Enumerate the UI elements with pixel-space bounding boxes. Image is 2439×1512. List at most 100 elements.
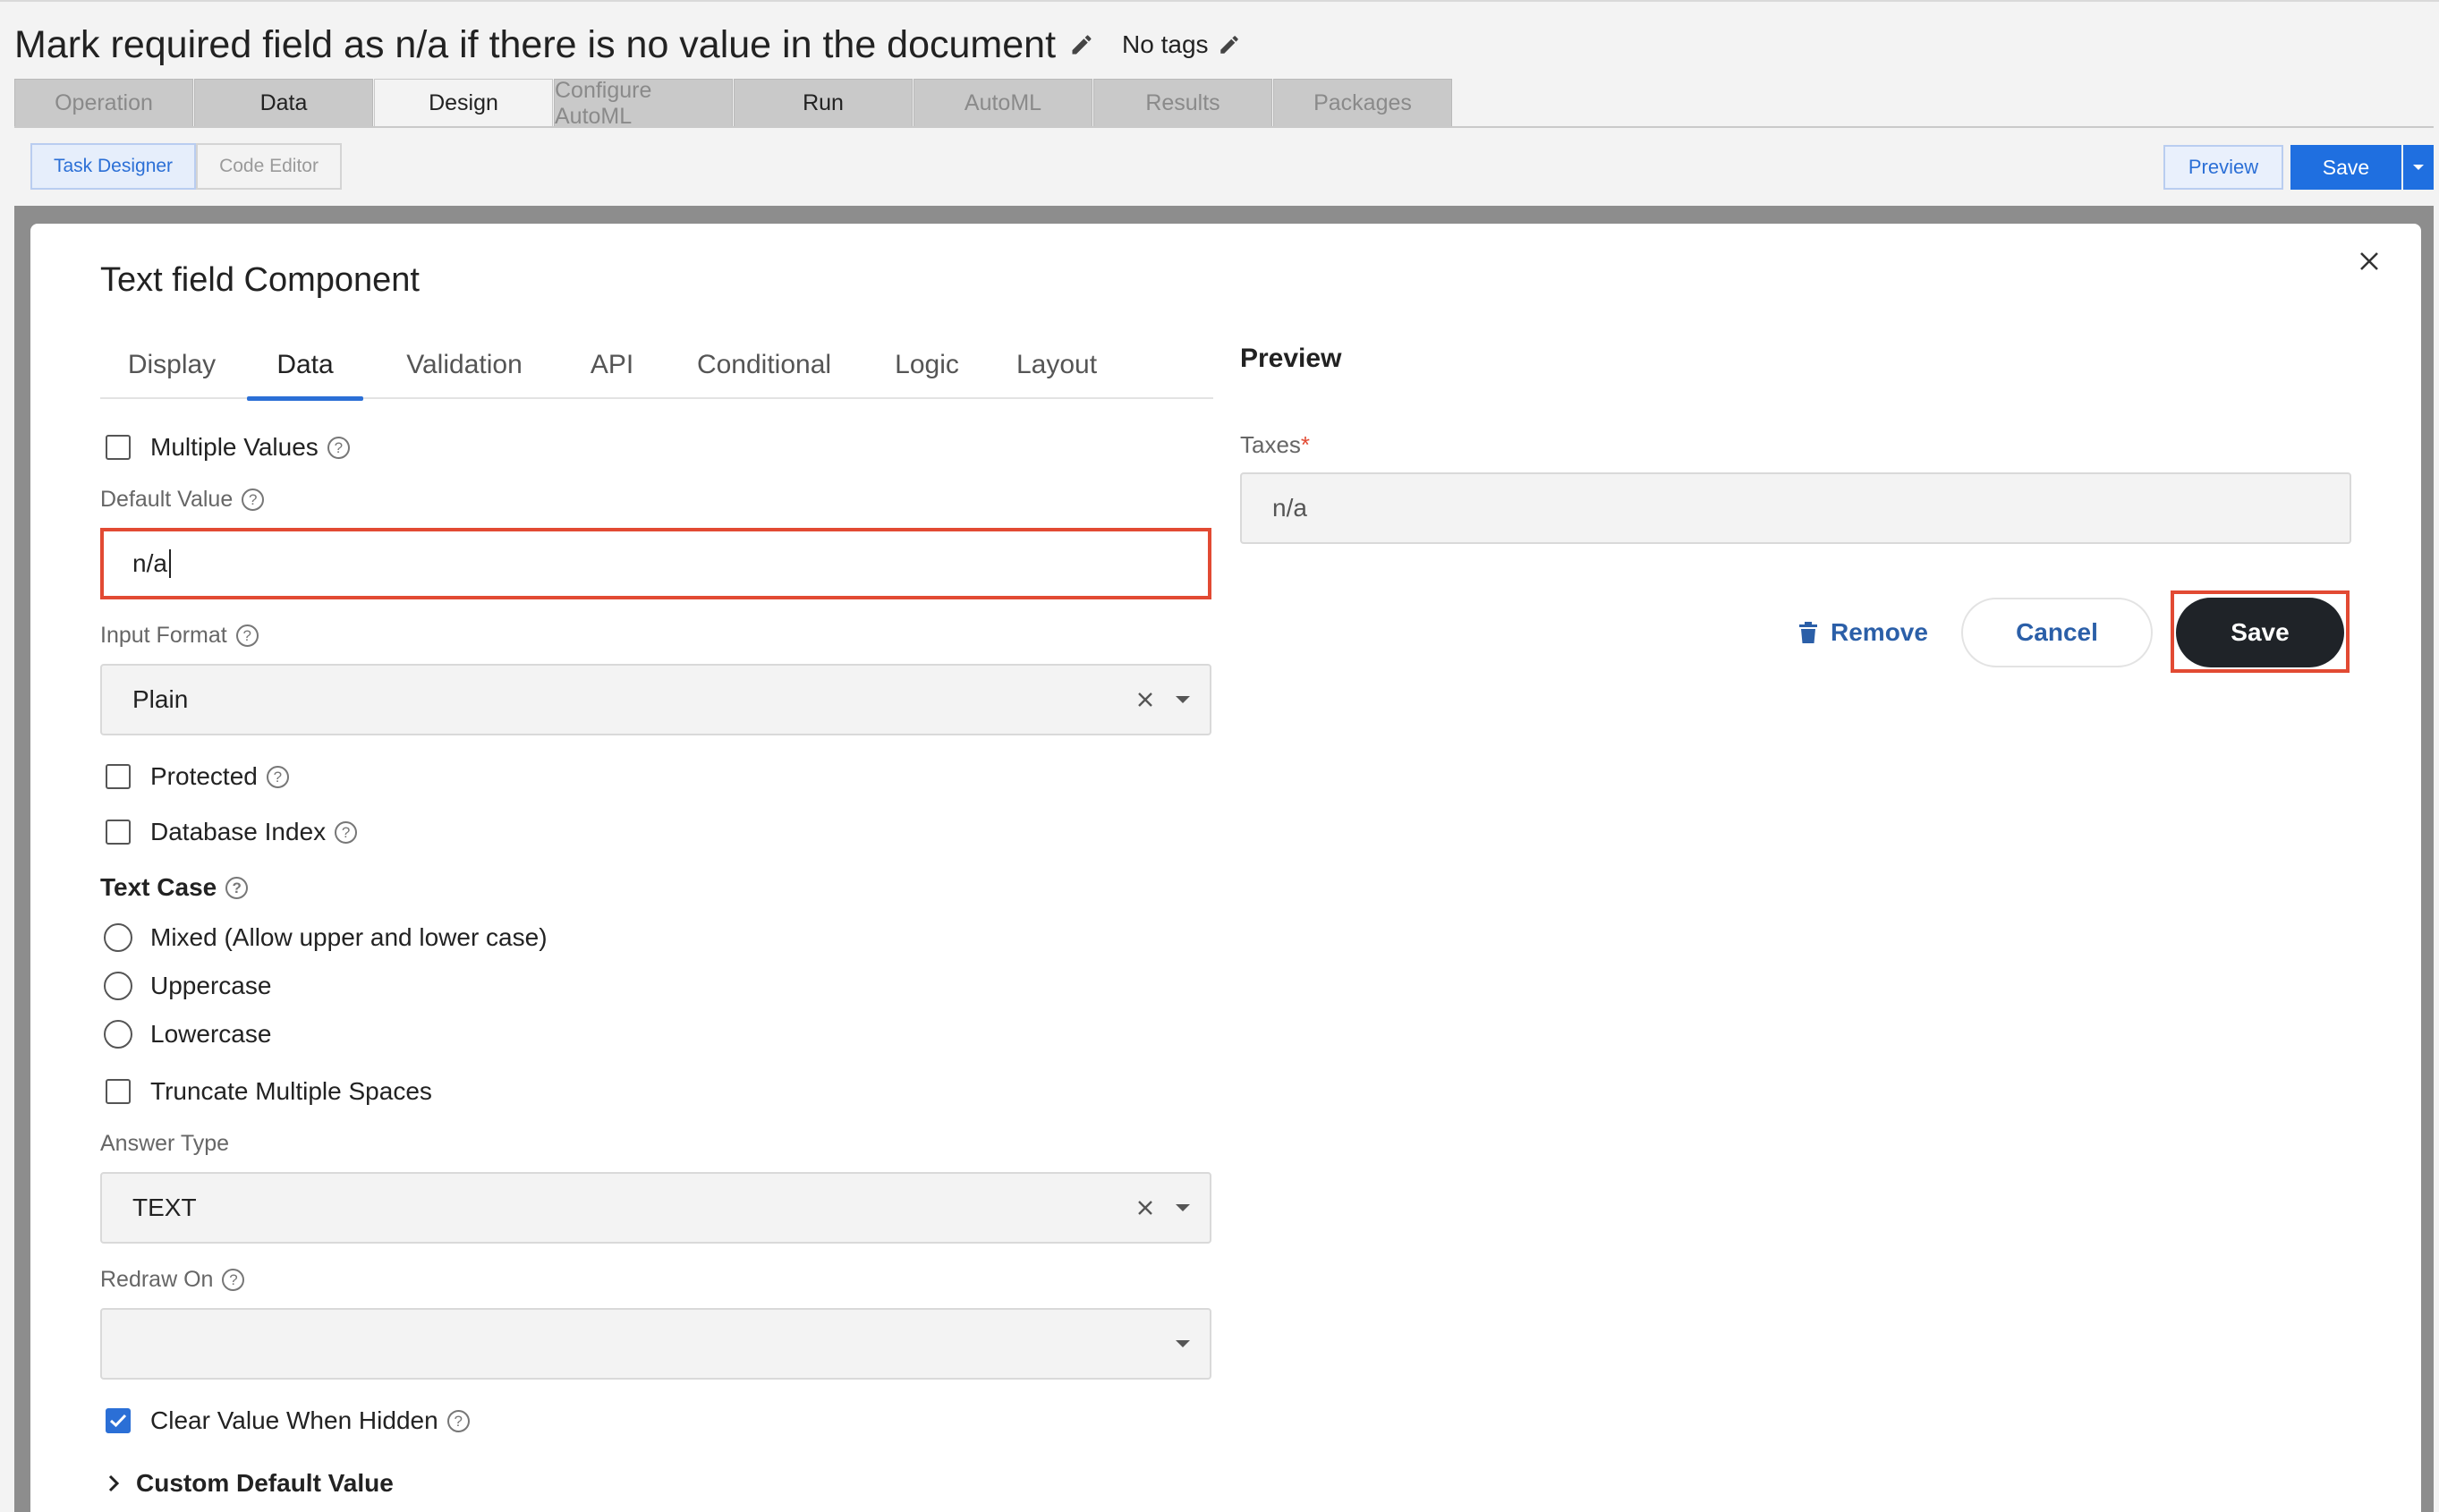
redraw-on-select[interactable] [100,1308,1211,1380]
edit-title-pencil-icon[interactable] [1067,30,1097,60]
tab-layout[interactable]: Layout [990,331,1124,399]
text-case-option-label: Uppercase [150,972,272,999]
tab-run[interactable]: Run [734,79,913,127]
tab-conditional[interactable]: Conditional [660,331,868,399]
help-icon[interactable]: ? [222,1269,245,1291]
save-button[interactable]: Save [2290,145,2401,190]
input-format-label-row: Input Format ? [100,623,259,649]
tab-data[interactable]: Data [194,79,373,127]
designer-mode-tabs: Task Designer Code Editor [30,143,342,190]
tab-api[interactable]: API [558,331,666,399]
clear-selection-icon[interactable] [1131,685,1160,714]
input-format-select[interactable]: Plain [100,664,1211,735]
truncate-spaces-label: Truncate Multiple Spaces [150,1077,432,1105]
text-case-option[interactable]: Uppercase [100,972,271,1000]
text-cursor [168,549,171,578]
multiple-values-row: Multiple Values ? [100,433,350,462]
save-options-dropdown[interactable] [2403,145,2434,190]
default-value-input[interactable]: n/a [100,528,1211,599]
database-index-checkbox[interactable] [106,820,131,845]
text-case-option[interactable]: Mixed (Allow upper and lower case) [100,923,548,952]
tab-operation[interactable]: Operation [14,79,193,127]
help-icon[interactable]: ? [235,624,259,647]
tab-validation[interactable]: Validation [369,331,560,399]
text-case-option-label: Lowercase [150,1020,272,1048]
modal-title: Text field Component [100,261,420,299]
help-icon[interactable]: ? [242,488,265,511]
tab-design[interactable]: Design [374,79,553,127]
multiple-values-label: Multiple Values [150,433,319,461]
preview-field-label: Taxes* [1240,431,1310,459]
remove-button[interactable]: Remove [1797,599,1928,666]
chevron-right-icon [100,1470,127,1497]
tab-packages[interactable]: Packages [1273,79,1452,127]
answer-type-label: Answer Type [100,1131,230,1156]
database-index-row: Database Index ? [100,818,358,846]
help-icon[interactable]: ? [446,1409,470,1432]
answer-type-value: TEXT [132,1193,197,1221]
tab-configure-automl[interactable]: Configure AutoML [554,78,733,129]
help-icon[interactable]: ? [327,436,350,459]
checkmark-icon [109,1414,127,1428]
redraw-on-label-row: Redraw On ? [100,1267,245,1293]
help-icon[interactable]: ? [335,820,358,844]
answer-type-select[interactable]: TEXT [100,1172,1211,1244]
radio-button[interactable] [104,972,132,1000]
default-value-label: Default Value [100,487,234,512]
clear-value-checkbox[interactable] [106,1408,131,1433]
custom-default-expander[interactable]: Custom Default Value [100,1469,394,1498]
redraw-on-label: Redraw On [100,1267,214,1292]
taxes-preview-input[interactable]: n/a [1240,472,2351,544]
clear-selection-icon[interactable] [1131,1193,1160,1222]
preview-heading: Preview [1240,344,1342,373]
caret-down-icon [2413,165,2424,170]
dropdown-caret-icon [1176,1204,1190,1211]
tab-logic[interactable]: Logic [864,331,990,399]
protected-label: Protected [150,762,258,790]
truncate-spaces-row: Truncate Multiple Spaces [100,1077,432,1106]
preview-button[interactable]: Preview [2163,145,2283,190]
tags-label: No tags [1122,30,1209,58]
title-row: Mark required field as n/a if there is n… [14,18,1243,72]
remove-label: Remove [1831,618,1928,646]
trash-icon [1797,619,1820,646]
database-index-label: Database Index [150,818,327,845]
text-case-label: Text Case [100,873,217,901]
close-modal-button[interactable] [2351,243,2387,279]
tab-data-settings[interactable]: Data [247,331,363,401]
main-tab-bar: Operation Data Design Configure AutoML R… [14,78,1453,129]
text-case-option[interactable]: Lowercase [100,1020,271,1049]
tab-display[interactable]: Display [100,331,243,399]
subtab-code-editor[interactable]: Code Editor [196,143,342,190]
default-value-label-row: Default Value ? [100,487,265,513]
cancel-button[interactable]: Cancel [1961,598,2153,667]
taxes-label: Taxes [1240,431,1301,458]
save-component-button[interactable]: Save [2176,598,2344,667]
close-icon [2360,252,2378,270]
truncate-spaces-checkbox[interactable] [106,1079,131,1104]
input-format-value: Plain [132,685,189,713]
taxes-preview-value: n/a [1272,494,1307,522]
tab-automl[interactable]: AutoML [914,79,1092,127]
tab-divider [14,126,2434,128]
multiple-values-checkbox[interactable] [106,435,131,460]
custom-default-label: Custom Default Value [136,1469,394,1497]
protected-row: Protected ? [100,762,289,791]
page-title: Mark required field as n/a if there is n… [14,22,1057,66]
radio-button[interactable] [104,1020,132,1049]
edit-tags-pencil-icon[interactable] [1216,31,1243,58]
clear-value-row: Clear Value When Hidden ? [100,1406,470,1435]
required-marker: * [1300,431,1311,458]
help-icon[interactable]: ? [266,765,289,788]
tab-results[interactable]: Results [1093,79,1272,127]
text-case-heading: Text Case ? [100,873,249,902]
subtab-task-designer[interactable]: Task Designer [30,143,197,190]
answer-type-label-row: Answer Type [100,1131,229,1157]
radio-button[interactable] [104,923,132,952]
help-icon[interactable]: ? [225,876,249,899]
clear-value-label: Clear Value When Hidden [150,1406,438,1434]
dropdown-caret-icon [1176,696,1190,703]
protected-checkbox[interactable] [106,764,131,789]
text-case-option-label: Mixed (Allow upper and lower case) [150,923,548,951]
default-value-text: n/a [132,549,167,577]
